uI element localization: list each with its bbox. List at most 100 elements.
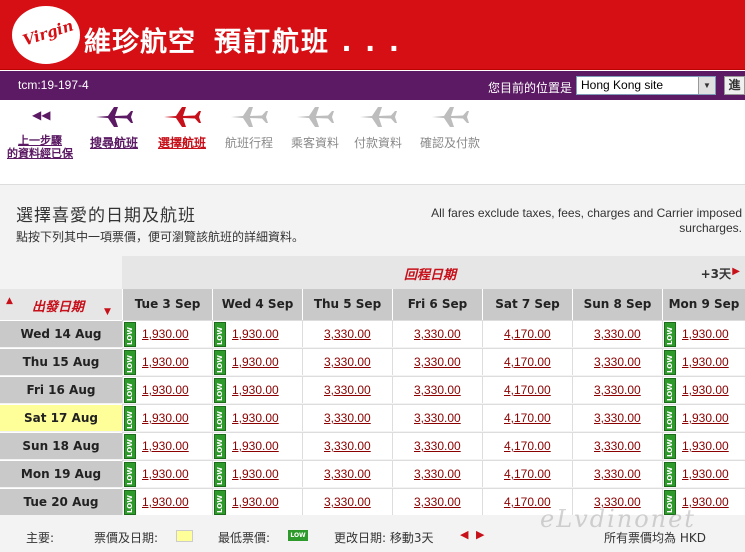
fare-cell[interactable]: 3,330.00 <box>302 432 392 459</box>
fare-cell[interactable]: LOW 1,930.00 <box>122 432 212 459</box>
fare-price-link[interactable]: 1,930.00 <box>682 467 729 481</box>
fare-cell[interactable]: 4,170.00 <box>482 320 572 347</box>
fare-price-link[interactable]: 3,330.00 <box>324 383 371 397</box>
fare-cell[interactable]: 3,330.00 <box>572 404 662 431</box>
fare-cell[interactable]: LOW 1,930.00 <box>662 320 745 347</box>
fare-price-link[interactable]: 3,330.00 <box>594 467 641 481</box>
fare-price-link[interactable]: 1,930.00 <box>682 327 729 341</box>
fare-cell[interactable]: 4,170.00 <box>482 432 572 459</box>
fare-cell[interactable]: 3,330.00 <box>392 376 482 403</box>
fare-price-link[interactable]: 3,330.00 <box>324 411 371 425</box>
fare-cell[interactable]: 3,330.00 <box>572 320 662 347</box>
fare-price-link[interactable]: 3,330.00 <box>324 355 371 369</box>
fare-cell[interactable]: LOW 1,930.00 <box>662 460 745 487</box>
arrow-down-icon[interactable]: ▼ <box>104 307 111 317</box>
step-1[interactable]: ◀◀ 上一步驟 的資料經已保 <box>0 100 80 184</box>
fare-price-link[interactable]: 3,330.00 <box>324 495 371 509</box>
fare-price-link[interactable]: 4,170.00 <box>504 383 551 397</box>
fare-price-link[interactable]: 3,330.00 <box>414 355 461 369</box>
fare-price-link[interactable]: 1,930.00 <box>142 495 189 509</box>
fare-price-link[interactable]: 1,930.00 <box>682 411 729 425</box>
fare-price-link[interactable]: 3,330.00 <box>594 383 641 397</box>
fare-cell[interactable]: 4,170.00 <box>482 376 572 403</box>
virgin-logo[interactable]: Virgin <box>12 6 80 64</box>
fare-price-link[interactable]: 1,930.00 <box>232 495 279 509</box>
step-2[interactable]: 搜尋航班 <box>82 100 146 184</box>
arrow-up-icon[interactable]: ▲ <box>6 296 13 306</box>
arrow-right-icon[interactable]: ▶ <box>476 528 484 541</box>
fare-cell[interactable]: 3,330.00 <box>302 404 392 431</box>
fare-cell[interactable]: 4,170.00 <box>482 460 572 487</box>
fare-cell[interactable]: 3,330.00 <box>572 460 662 487</box>
fare-cell[interactable]: LOW 1,930.00 <box>122 348 212 375</box>
fare-price-link[interactable]: 1,930.00 <box>142 467 189 481</box>
fare-price-link[interactable]: 4,170.00 <box>504 439 551 453</box>
fare-price-link[interactable]: 1,930.00 <box>682 355 729 369</box>
back-arrow-icon[interactable]: ◀◀ <box>32 108 50 122</box>
fare-price-link[interactable]: 1,930.00 <box>232 467 279 481</box>
fare-cell[interactable]: LOW 1,930.00 <box>212 348 302 375</box>
fare-price-link[interactable]: 1,930.00 <box>682 383 729 397</box>
fare-cell[interactable]: LOW 1,930.00 <box>122 320 212 347</box>
fare-price-link[interactable]: 3,330.00 <box>414 439 461 453</box>
fare-price-link[interactable]: 1,930.00 <box>682 439 729 453</box>
fare-price-link[interactable]: 1,930.00 <box>142 383 189 397</box>
fare-cell[interactable]: LOW 1,930.00 <box>212 376 302 403</box>
fare-price-link[interactable]: 3,330.00 <box>414 467 461 481</box>
fare-cell[interactable]: 3,330.00 <box>392 348 482 375</box>
fare-price-link[interactable]: 3,330.00 <box>414 411 461 425</box>
fare-cell[interactable]: 4,170.00 <box>482 404 572 431</box>
fare-cell[interactable]: LOW 1,930.00 <box>122 488 212 515</box>
fare-price-link[interactable]: 4,170.00 <box>504 355 551 369</box>
fare-price-link[interactable]: 4,170.00 <box>504 411 551 425</box>
fare-cell[interactable]: 3,330.00 <box>392 432 482 459</box>
fare-price-link[interactable]: 1,930.00 <box>142 327 189 341</box>
fare-cell[interactable]: LOW 1,930.00 <box>212 488 302 515</box>
fare-price-link[interactable]: 3,330.00 <box>414 327 461 341</box>
fare-price-link[interactable]: 1,930.00 <box>142 411 189 425</box>
fare-price-link[interactable]: 4,170.00 <box>504 327 551 341</box>
fare-price-link[interactable]: 1,930.00 <box>142 439 189 453</box>
fare-cell[interactable]: LOW 1,930.00 <box>212 460 302 487</box>
fare-cell[interactable]: LOW 1,930.00 <box>662 348 745 375</box>
fare-cell[interactable]: LOW 1,930.00 <box>122 376 212 403</box>
chevron-down-icon[interactable]: ▼ <box>698 77 715 94</box>
fare-cell[interactable]: LOW 1,930.00 <box>212 432 302 459</box>
fare-cell[interactable]: LOW 1,930.00 <box>212 404 302 431</box>
fare-price-link[interactable]: 4,170.00 <box>504 467 551 481</box>
fare-cell[interactable]: LOW 1,930.00 <box>122 404 212 431</box>
fare-cell[interactable]: 3,330.00 <box>392 404 482 431</box>
fare-cell[interactable]: 3,330.00 <box>392 488 482 515</box>
fare-price-link[interactable]: 3,330.00 <box>414 383 461 397</box>
fare-cell[interactable]: 4,170.00 <box>482 348 572 375</box>
fare-price-link[interactable]: 1,930.00 <box>232 411 279 425</box>
site-select[interactable]: Hong Kong site ▼ <box>576 76 716 95</box>
fare-cell[interactable]: 3,330.00 <box>392 320 482 347</box>
fare-cell[interactable]: LOW 1,930.00 <box>662 432 745 459</box>
fare-cell[interactable]: 3,330.00 <box>572 376 662 403</box>
fare-cell[interactable]: LOW 1,930.00 <box>662 376 745 403</box>
fare-cell[interactable]: 3,330.00 <box>302 348 392 375</box>
fare-cell[interactable]: LOW 1,930.00 <box>122 460 212 487</box>
arrow-left-icon[interactable]: ◀ <box>460 528 468 541</box>
next-days-link[interactable]: +3天 <box>701 265 731 282</box>
fare-cell[interactable]: 3,330.00 <box>572 348 662 375</box>
fare-price-link[interactable]: 1,930.00 <box>232 439 279 453</box>
fare-cell[interactable]: 3,330.00 <box>572 432 662 459</box>
fare-cell[interactable]: 3,330.00 <box>392 460 482 487</box>
fare-cell[interactable]: 3,330.00 <box>302 376 392 403</box>
fare-price-link[interactable]: 3,330.00 <box>594 355 641 369</box>
fare-price-link[interactable]: 3,330.00 <box>594 411 641 425</box>
arrow-right-icon[interactable]: ▶ <box>732 266 740 277</box>
fare-cell[interactable]: LOW 1,930.00 <box>212 320 302 347</box>
fare-price-link[interactable]: 1,930.00 <box>232 327 279 341</box>
go-button[interactable]: 進 <box>724 76 745 95</box>
fare-price-link[interactable]: 3,330.00 <box>594 327 641 341</box>
fare-price-link[interactable]: 1,930.00 <box>142 355 189 369</box>
fare-cell[interactable]: 3,330.00 <box>302 320 392 347</box>
fare-price-link[interactable]: 3,330.00 <box>324 439 371 453</box>
fare-price-link[interactable]: 3,330.00 <box>324 327 371 341</box>
fare-cell[interactable]: LOW 1,930.00 <box>662 404 745 431</box>
fare-price-link[interactable]: 1,930.00 <box>232 383 279 397</box>
fare-cell[interactable]: 3,330.00 <box>302 488 392 515</box>
